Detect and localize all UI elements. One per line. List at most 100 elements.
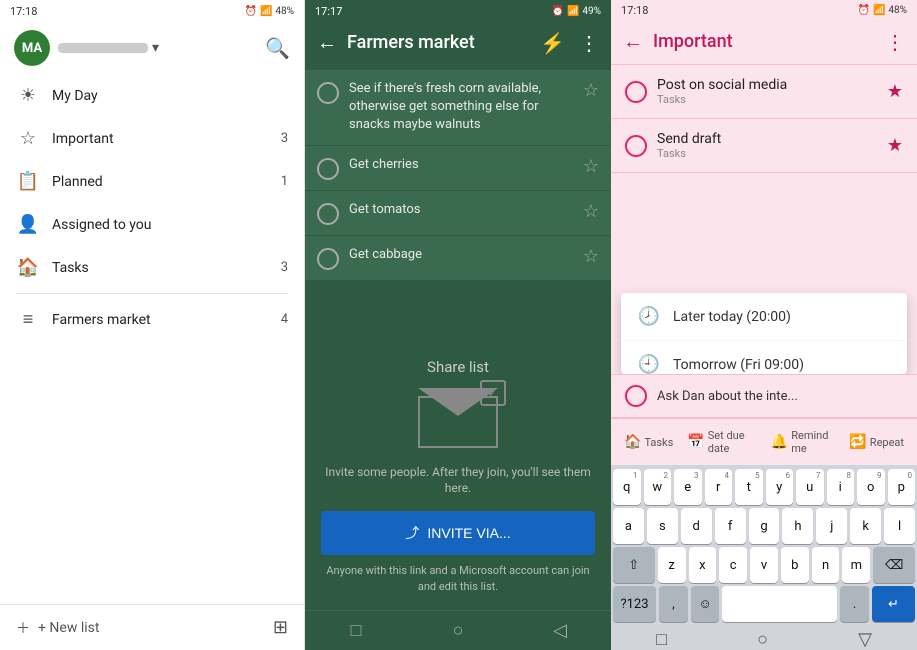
nav-item-tasks[interactable]: 🏠 Tasks 3 <box>0 246 304 289</box>
nav-label-farmers: Farmers market <box>52 312 281 328</box>
toolbar-tasks[interactable]: 🏠 Tasks <box>619 430 678 454</box>
key-m[interactable]: m <box>842 547 870 583</box>
key-row-2: a s d f g h j k l <box>613 508 915 544</box>
task-circle-4[interactable] <box>317 248 339 270</box>
key-shift[interactable]: ⇧ <box>613 547 655 583</box>
task-circle-2[interactable] <box>317 158 339 180</box>
task-star-3[interactable]: ☆ <box>583 201 599 222</box>
tasks-icon: 🏠 <box>16 257 40 278</box>
toolbar-repeat[interactable]: 🔁 Repeat <box>844 430 909 454</box>
nav-item-farmers[interactable]: ≡ Farmers market 4 <box>0 298 304 341</box>
nav-item-my-day[interactable]: ☀ My Day <box>0 74 304 117</box>
key-k[interactable]: k <box>850 508 881 544</box>
task-circle-r2[interactable] <box>625 135 647 157</box>
key-q[interactable]: 1q <box>613 469 641 505</box>
key-r[interactable]: 4r <box>705 469 733 505</box>
key-n[interactable]: n <box>812 547 840 583</box>
task-circle-1[interactable] <box>317 82 339 104</box>
circle-nav-btn-right[interactable]: ○ <box>757 629 768 650</box>
square-nav-btn[interactable]: □ <box>341 620 371 641</box>
nav-item-planned[interactable]: 📋 Planned 1 <box>0 160 304 203</box>
avatar[interactable]: MA <box>14 30 50 66</box>
key-j[interactable]: j <box>816 508 847 544</box>
back-icon-right[interactable]: ← <box>623 29 643 54</box>
time-mid: 17:17 <box>315 5 342 18</box>
key-l[interactable]: l <box>884 508 915 544</box>
back-nav-btn[interactable]: ◁ <box>545 620 575 641</box>
key-v[interactable]: v <box>750 547 778 583</box>
share-icon[interactable]: ⚡ <box>540 31 565 55</box>
key-h[interactable]: h <box>782 508 813 544</box>
ask-dan-circle[interactable] <box>625 385 647 407</box>
toolbar-remind[interactable]: 🔔 Remind me <box>766 425 841 459</box>
key-y[interactable]: 6y <box>766 469 794 505</box>
key-emoji[interactable]: ☺ <box>691 586 720 622</box>
key-period[interactable]: . <box>840 586 869 622</box>
header-mid-actions: ⚡ ⋮ <box>540 31 599 55</box>
invite-button[interactable]: ⤴ INVITE VIA... <box>321 511 595 555</box>
task-star-4[interactable]: ☆ <box>583 246 599 267</box>
task-list-mid: See if there's fresh corn available, oth… <box>305 65 611 342</box>
more-icon-right[interactable]: ⋮ <box>885 30 905 54</box>
key-backspace[interactable]: ⌫ <box>873 547 915 583</box>
key-u[interactable]: 7u <box>796 469 824 505</box>
planned-count: 1 <box>281 174 288 189</box>
nav-item-important[interactable]: ☆ Important 3 <box>0 117 304 160</box>
key-enter[interactable]: ↵ <box>872 586 915 622</box>
star-filled-2[interactable]: ★ <box>887 135 903 156</box>
chevron-down-icon[interactable]: ▾ <box>152 40 159 56</box>
key-a[interactable]: a <box>613 508 644 544</box>
toolbar-tasks-icon: 🏠 <box>624 434 641 450</box>
back-nav-btn-right[interactable]: ▽ <box>858 629 872 650</box>
later-today-label: Later today (20:00) <box>673 309 791 325</box>
key-t[interactable]: 5t <box>735 469 763 505</box>
key-o[interactable]: 9o <box>857 469 885 505</box>
later-today-option[interactable]: 🕗 Later today (20:00) <box>621 293 907 341</box>
status-icons-right: ⏰ 📶 48% <box>858 5 907 16</box>
key-d[interactable]: d <box>681 508 712 544</box>
key-comma[interactable]: , <box>659 586 688 622</box>
more-icon-mid[interactable]: ⋮ <box>579 31 599 55</box>
task-circle-r1[interactable] <box>625 81 647 103</box>
circle-nav-btn[interactable]: ○ <box>443 620 473 641</box>
toolbar-due-label: Set due date <box>708 429 757 455</box>
key-f[interactable]: f <box>715 508 746 544</box>
toolbar-bell-icon: 🔔 <box>771 434 788 450</box>
important-task-item: Send draft Tasks ★ <box>611 119 917 173</box>
tomorrow-option[interactable]: 🕘 Tomorrow (Fri 09:00) <box>621 341 907 374</box>
back-icon-mid[interactable]: ← <box>317 30 337 55</box>
toolbar-row: 🏠 Tasks 📅 Set due date 🔔 Remind me 🔁 Rep… <box>611 418 917 465</box>
search-icon[interactable]: 🔍 <box>265 36 290 60</box>
key-c[interactable]: c <box>719 547 747 583</box>
task-star-2[interactable]: ☆ <box>583 156 599 177</box>
star-filled-1[interactable]: ★ <box>887 81 903 102</box>
share-label: Share list <box>321 358 595 376</box>
key-b[interactable]: b <box>781 547 809 583</box>
key-z[interactable]: z <box>658 547 686 583</box>
status-icons-mid: ⏰ 📶 49% <box>552 6 601 17</box>
status-bar-mid: 17:17 ⏰ 📶 49% <box>305 0 611 22</box>
add-list-icon[interactable]: ⊞ <box>273 617 288 638</box>
square-nav-btn-right[interactable]: □ <box>656 629 667 650</box>
key-row-1: 1q 2w 3e 4r 5t 6y 7u 8i 9o 0p <box>613 469 915 505</box>
task-star-1[interactable]: ☆ <box>583 80 599 101</box>
key-g[interactable]: g <box>749 508 780 544</box>
task-item: Get tomatos ☆ <box>305 191 611 235</box>
nav-list: ☀ My Day ☆ Important 3 📋 Planned 1 👤 Ass… <box>0 74 304 604</box>
key-i[interactable]: 8i <box>827 469 855 505</box>
keyboard: 1q 2w 3e 4r 5t 6y 7u 8i 9o 0p a s d f g … <box>611 465 917 629</box>
toolbar-repeat-label: Repeat <box>870 436 904 449</box>
my-day-icon: ☀ <box>16 85 40 106</box>
nav-item-assigned[interactable]: 👤 Assigned to you <box>0 203 304 246</box>
key-symbols[interactable]: ?123 <box>613 586 656 622</box>
key-space[interactable] <box>722 586 837 622</box>
toolbar-due-date[interactable]: 📅 Set due date <box>682 425 761 459</box>
key-s[interactable]: s <box>647 508 678 544</box>
key-w[interactable]: 2w <box>644 469 672 505</box>
key-p[interactable]: 0p <box>888 469 916 505</box>
key-x[interactable]: x <box>689 547 717 583</box>
task-circle-3[interactable] <box>317 203 339 225</box>
header-right: ← Important ⋮ <box>611 21 917 65</box>
new-list-button[interactable]: ＋ + New list <box>16 618 99 638</box>
key-e[interactable]: 3e <box>674 469 702 505</box>
